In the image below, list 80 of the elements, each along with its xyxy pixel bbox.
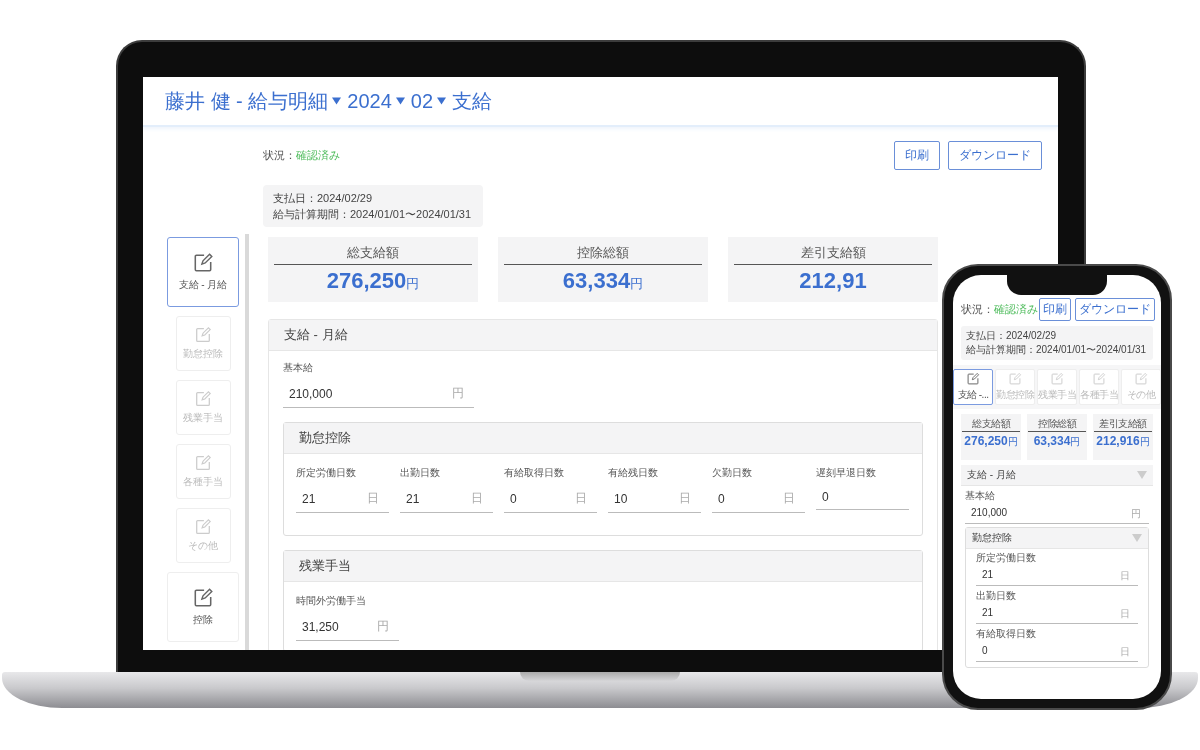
input-field[interactable]: 10 日 bbox=[608, 484, 701, 513]
field-label: 基本給 bbox=[965, 489, 996, 503]
field-label: 欠勤日数 bbox=[712, 466, 753, 480]
card-label: 差引支給額 bbox=[1094, 417, 1152, 432]
info-line: 給与計算期間：2024/01/01〜2024/01/31 bbox=[273, 207, 472, 222]
card-label: 総支給額 bbox=[274, 244, 472, 265]
title-text: 支給 bbox=[452, 88, 493, 114]
amount-text: 276,250円 bbox=[964, 434, 1018, 449]
subsection-header[interactable]: 残業手当 bbox=[284, 551, 922, 582]
title-dropdown[interactable]: 藤井 健 - 給与明細 bbox=[165, 87, 342, 115]
status-text: 状況：確認済み bbox=[961, 302, 1038, 317]
scrollbar[interactable] bbox=[245, 234, 249, 650]
field-label: 有給取得日数 bbox=[504, 466, 565, 480]
card-label: 総支給額 bbox=[962, 417, 1020, 432]
caret-icon bbox=[1137, 471, 1147, 479]
field-label: 時間外労働手当 bbox=[296, 594, 367, 608]
amount-text: 63,334円 bbox=[1033, 434, 1081, 449]
title-dropdown[interactable]: 2024 bbox=[347, 89, 405, 113]
amount-text: 276,250円 bbox=[326, 268, 420, 294]
section-header[interactable]: 支給 - 月給 bbox=[269, 320, 937, 351]
section-title: 支給 - 月給 bbox=[284, 326, 348, 344]
input-field[interactable]: 0 日 bbox=[712, 484, 805, 513]
sidebar-item[interactable]: 控除 bbox=[167, 572, 239, 642]
edit-icon bbox=[966, 372, 980, 386]
input-field[interactable]: 21 日 bbox=[976, 566, 1138, 586]
input-field[interactable]: 0 日 bbox=[504, 484, 597, 513]
edit-icon bbox=[194, 518, 212, 536]
field-label: 有給残日数 bbox=[608, 466, 659, 480]
amount-text: 212,91 bbox=[799, 268, 867, 294]
section-title: 勤怠控除 bbox=[972, 531, 1012, 545]
action-button[interactable]: 印刷 bbox=[894, 141, 940, 170]
amount-text: 63,334円 bbox=[562, 268, 644, 294]
edit-icon bbox=[194, 390, 212, 408]
edit-icon bbox=[192, 252, 214, 274]
info-line: 支払日：2024/02/29 bbox=[273, 191, 374, 206]
info-line: 給与計算期間：2024/01/01〜2024/01/31 bbox=[966, 343, 1148, 357]
category-tab[interactable]: 支給 -... bbox=[953, 369, 993, 405]
edit-icon bbox=[1008, 372, 1022, 386]
field-label: 出勤日数 bbox=[976, 589, 1017, 603]
caret-icon bbox=[332, 97, 342, 105]
field-label: 有給取得日数 bbox=[976, 627, 1037, 641]
info-line: 支払日：2024/02/29 bbox=[966, 329, 1058, 343]
input-field[interactable]: 210,000 円 bbox=[965, 504, 1149, 524]
field-label: 遅刻早退日数 bbox=[816, 466, 877, 480]
input-field[interactable]: 210,000 円 bbox=[283, 379, 474, 408]
edit-icon bbox=[194, 454, 212, 472]
section-header[interactable]: 支給 - 月給 bbox=[961, 465, 1153, 486]
section-title: 残業手当 bbox=[299, 557, 351, 575]
caret-icon bbox=[1132, 534, 1142, 542]
edit-icon bbox=[192, 587, 214, 609]
caret-icon bbox=[437, 97, 447, 105]
action-button[interactable]: 印刷 bbox=[1039, 298, 1071, 321]
field-label: 所定労働日数 bbox=[976, 551, 1037, 565]
edit-icon bbox=[1134, 372, 1148, 386]
section-title: 支給 - 月給 bbox=[967, 468, 1016, 482]
edit-icon bbox=[1050, 372, 1064, 386]
card-label: 控除総額 bbox=[1028, 417, 1086, 432]
field-label: 基本給 bbox=[283, 361, 314, 375]
sidebar-item[interactable]: 支給 - 月給 bbox=[167, 237, 239, 307]
card-label: 差引支給額 bbox=[734, 244, 932, 265]
title-dropdown[interactable]: 02 bbox=[410, 89, 447, 113]
section-title: 勤怠控除 bbox=[299, 429, 351, 447]
input-field[interactable]: 21 日 bbox=[296, 484, 389, 513]
action-button[interactable]: ダウンロード bbox=[948, 141, 1042, 170]
caret-icon bbox=[395, 97, 405, 105]
subsection-header[interactable]: 勤怠控除 bbox=[284, 423, 922, 454]
input-field[interactable]: 31,250 円 bbox=[296, 612, 399, 641]
field-label: 出勤日数 bbox=[400, 466, 441, 480]
card-label: 控除総額 bbox=[504, 244, 702, 265]
input-field[interactable]: 21 日 bbox=[400, 484, 493, 513]
input-field[interactable]: 0 bbox=[816, 484, 909, 510]
amount-text: 212,916円 bbox=[1096, 434, 1150, 449]
action-button[interactable]: ダウンロード bbox=[1075, 298, 1155, 321]
edit-icon bbox=[194, 326, 212, 344]
input-field[interactable]: 21 日 bbox=[976, 604, 1138, 624]
status-text: 状況：確認済み bbox=[263, 148, 340, 163]
field-label: 所定労働日数 bbox=[296, 466, 357, 480]
subsection-header[interactable]: 勤怠控除 bbox=[966, 528, 1148, 549]
edit-icon bbox=[1092, 372, 1106, 386]
input-field[interactable]: 0 日 bbox=[976, 642, 1138, 662]
